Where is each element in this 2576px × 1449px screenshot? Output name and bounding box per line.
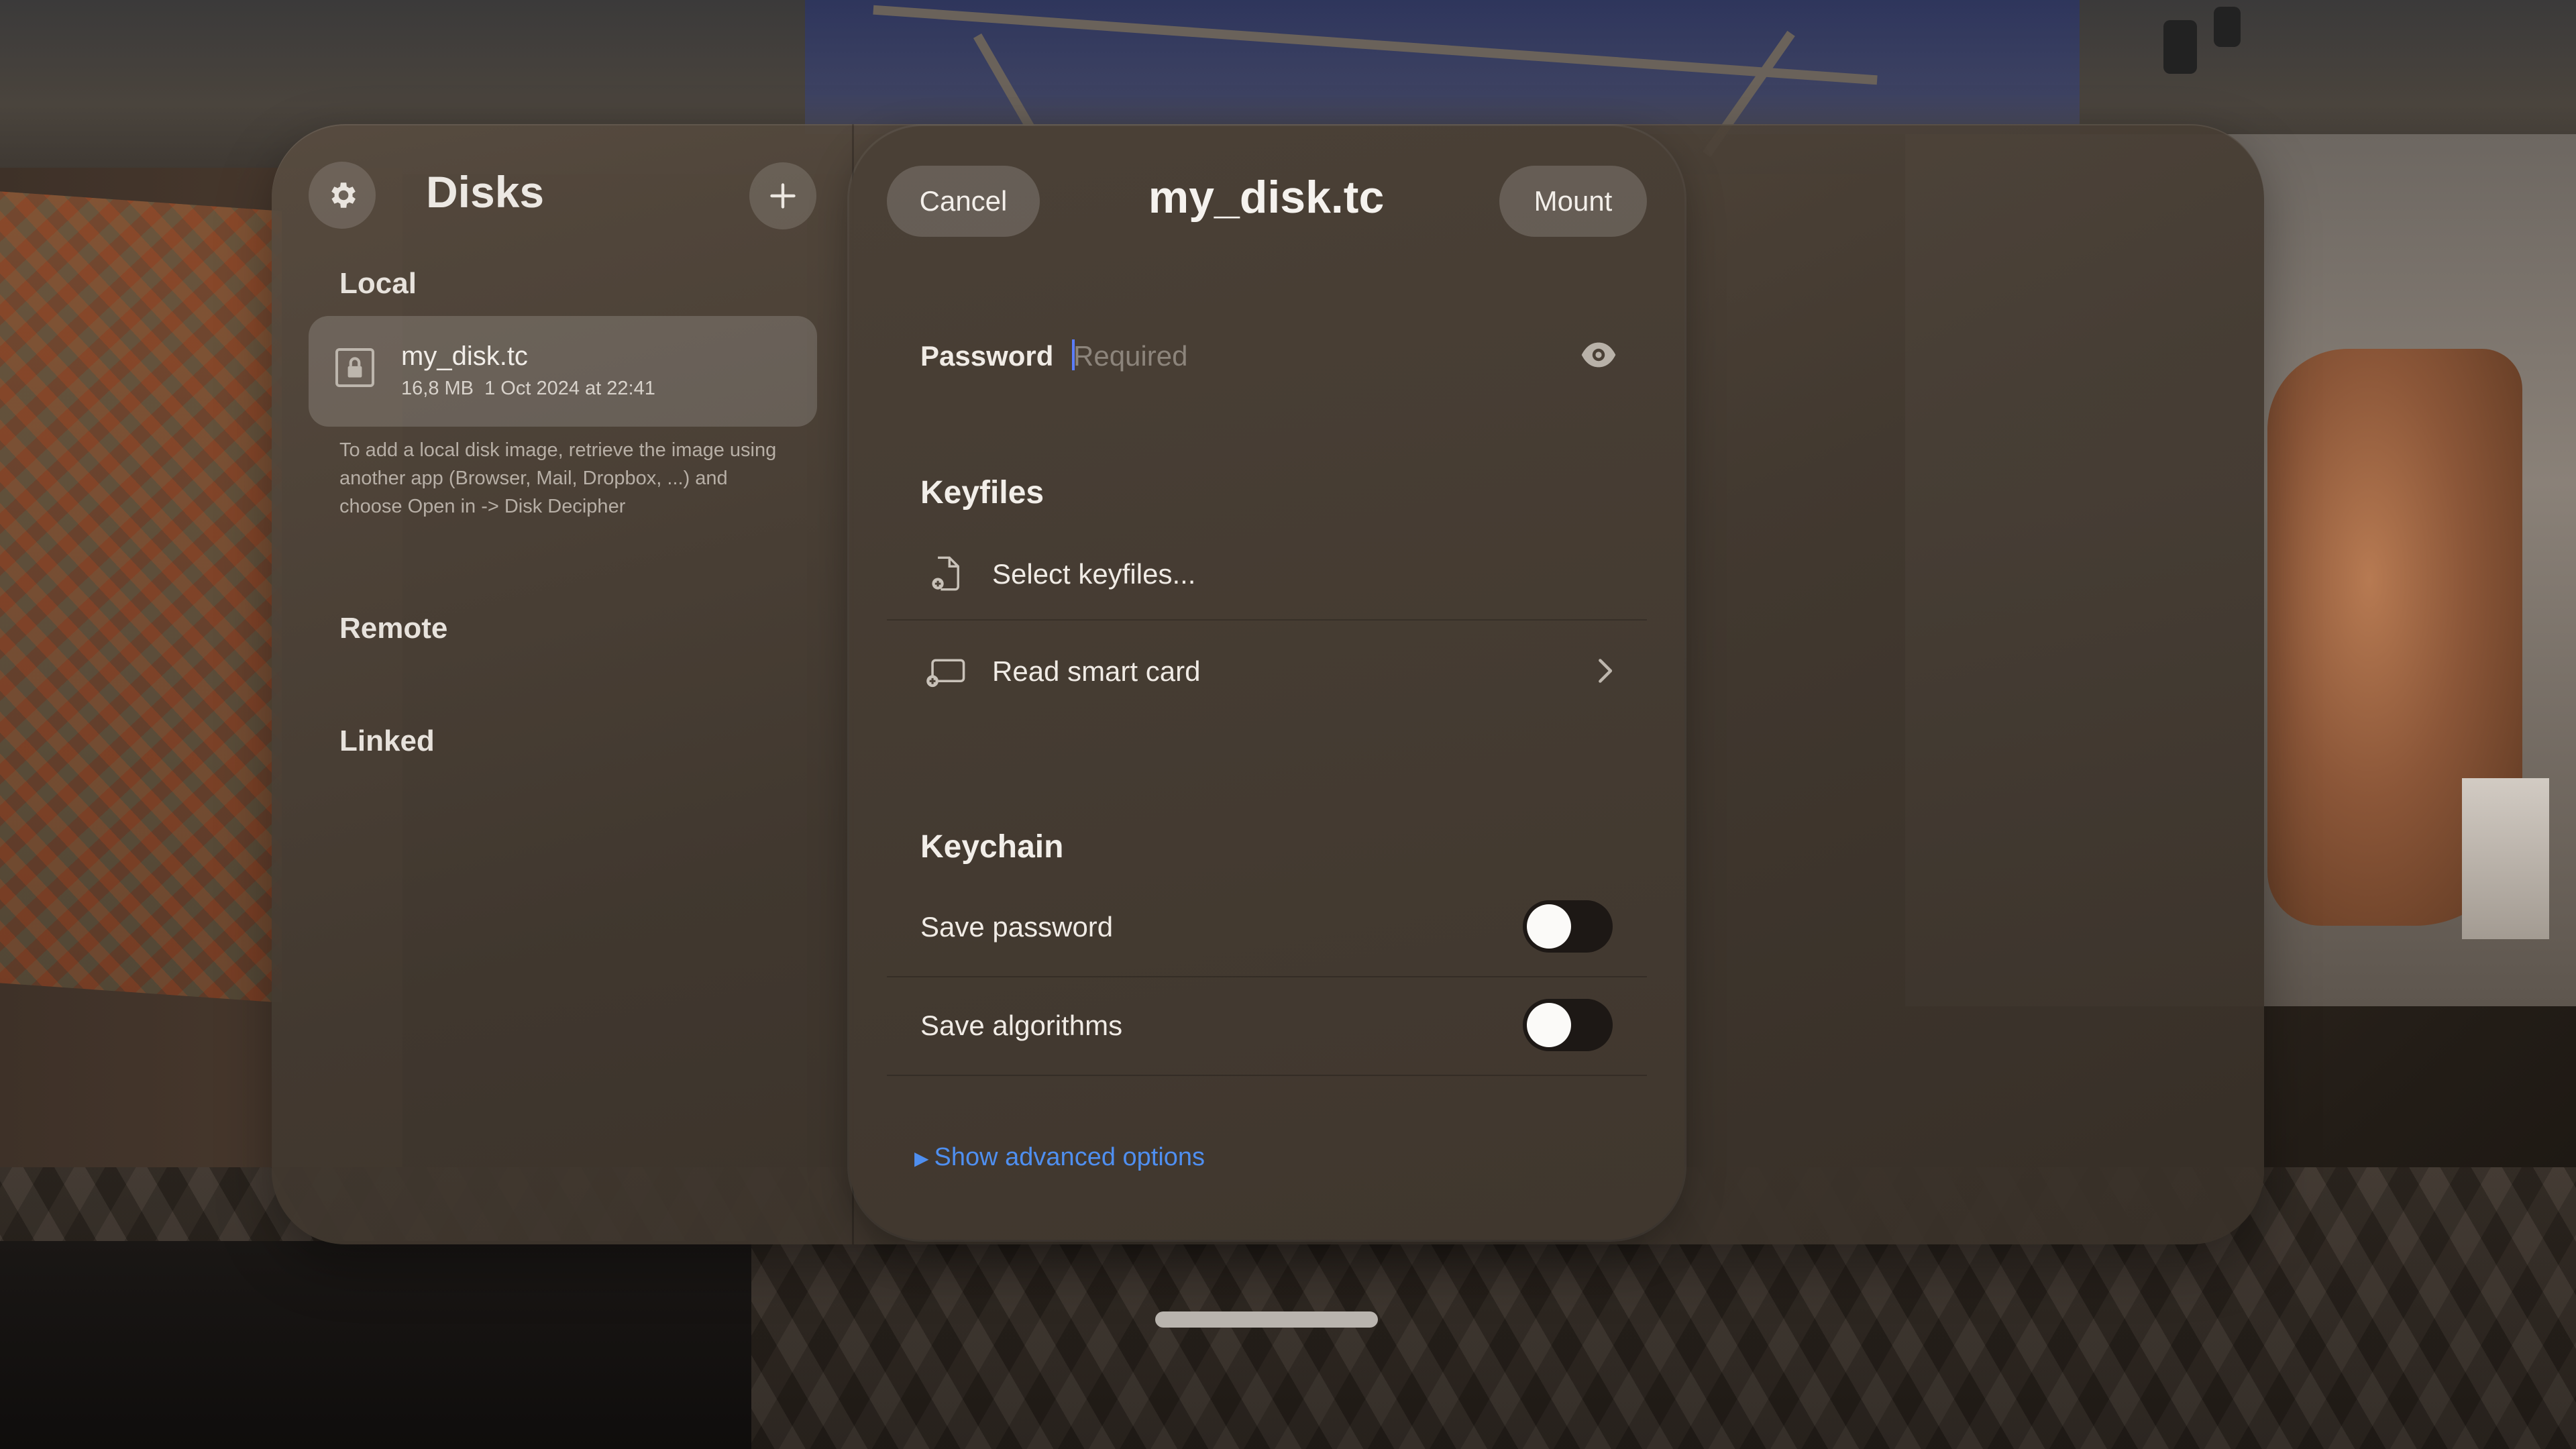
- section-linked[interactable]: Linked: [339, 724, 435, 758]
- disk-name: my_disk.tc: [401, 341, 528, 371]
- cancel-button[interactable]: Cancel: [887, 166, 1040, 237]
- disclosure-triangle-icon: ▶: [914, 1148, 929, 1169]
- add-disk-button[interactable]: [749, 162, 816, 229]
- window-grabber[interactable]: [1155, 1311, 1378, 1328]
- row-separator: [887, 976, 1647, 977]
- pedestal: [2462, 778, 2549, 939]
- chevron-right-icon: [1599, 659, 1613, 683]
- save-password-label: Save password: [920, 911, 1114, 943]
- plus-icon: [770, 183, 796, 209]
- tapestry: [0, 191, 282, 1003]
- lock-icon: [335, 348, 374, 387]
- local-help-text: To add a local disk image, retrieve the …: [339, 439, 777, 517]
- mount-button[interactable]: Mount: [1499, 166, 1647, 237]
- sheet-title: my_disk.tc: [1148, 172, 1385, 223]
- show-advanced-options-label: Show advanced options: [934, 1143, 1205, 1171]
- disk-list-item[interactable]: my_disk.tc 16,8 MB 1 Oct 2024 at 22:41: [309, 316, 817, 427]
- section-remote[interactable]: Remote: [339, 612, 447, 645]
- settings-button[interactable]: [309, 162, 376, 229]
- disk-date: 1 Oct 2024 at 22:41: [484, 378, 655, 399]
- password-label: Password: [920, 340, 1054, 372]
- disk-size: 16,8 MB: [401, 378, 474, 399]
- spotlight: [2214, 7, 2241, 47]
- save-password-toggle[interactable]: [1523, 900, 1613, 953]
- save-algorithms-toggle[interactable]: [1523, 999, 1613, 1051]
- read-smart-card-label: Read smart card: [992, 655, 1201, 687]
- password-input[interactable]: Required: [1073, 340, 1187, 372]
- select-keyfiles-row[interactable]: Select keyfiles...: [887, 537, 1647, 610]
- section-local: Local: [339, 267, 417, 300]
- add-document-icon: [932, 556, 959, 591]
- smart-card-icon: [926, 659, 965, 688]
- keyfiles-header: Keyfiles: [920, 475, 1044, 511]
- gear-icon: [331, 182, 356, 208]
- read-smart-card-row[interactable]: Read smart card: [887, 634, 1647, 708]
- show-password-button[interactable]: [1580, 339, 1617, 370]
- eye-icon: [1581, 342, 1616, 368]
- spotlight: [2163, 20, 2197, 74]
- save-algorithms-label: Save algorithms: [920, 1010, 1123, 1041]
- keychain-header: Keychain: [920, 829, 1064, 865]
- row-separator: [887, 1075, 1647, 1076]
- toggle-knob: [1527, 1003, 1571, 1047]
- bench: [0, 1241, 751, 1449]
- sidebar-title: Disks: [426, 167, 545, 217]
- select-keyfiles-label: Select keyfiles...: [992, 558, 1196, 590]
- disk-meta: 16,8 MB 1 Oct 2024 at 22:41: [401, 378, 655, 400]
- show-advanced-options-link[interactable]: ▶ Show advanced options: [914, 1143, 1205, 1172]
- toggle-knob: [1527, 904, 1571, 949]
- row-separator: [887, 619, 1647, 621]
